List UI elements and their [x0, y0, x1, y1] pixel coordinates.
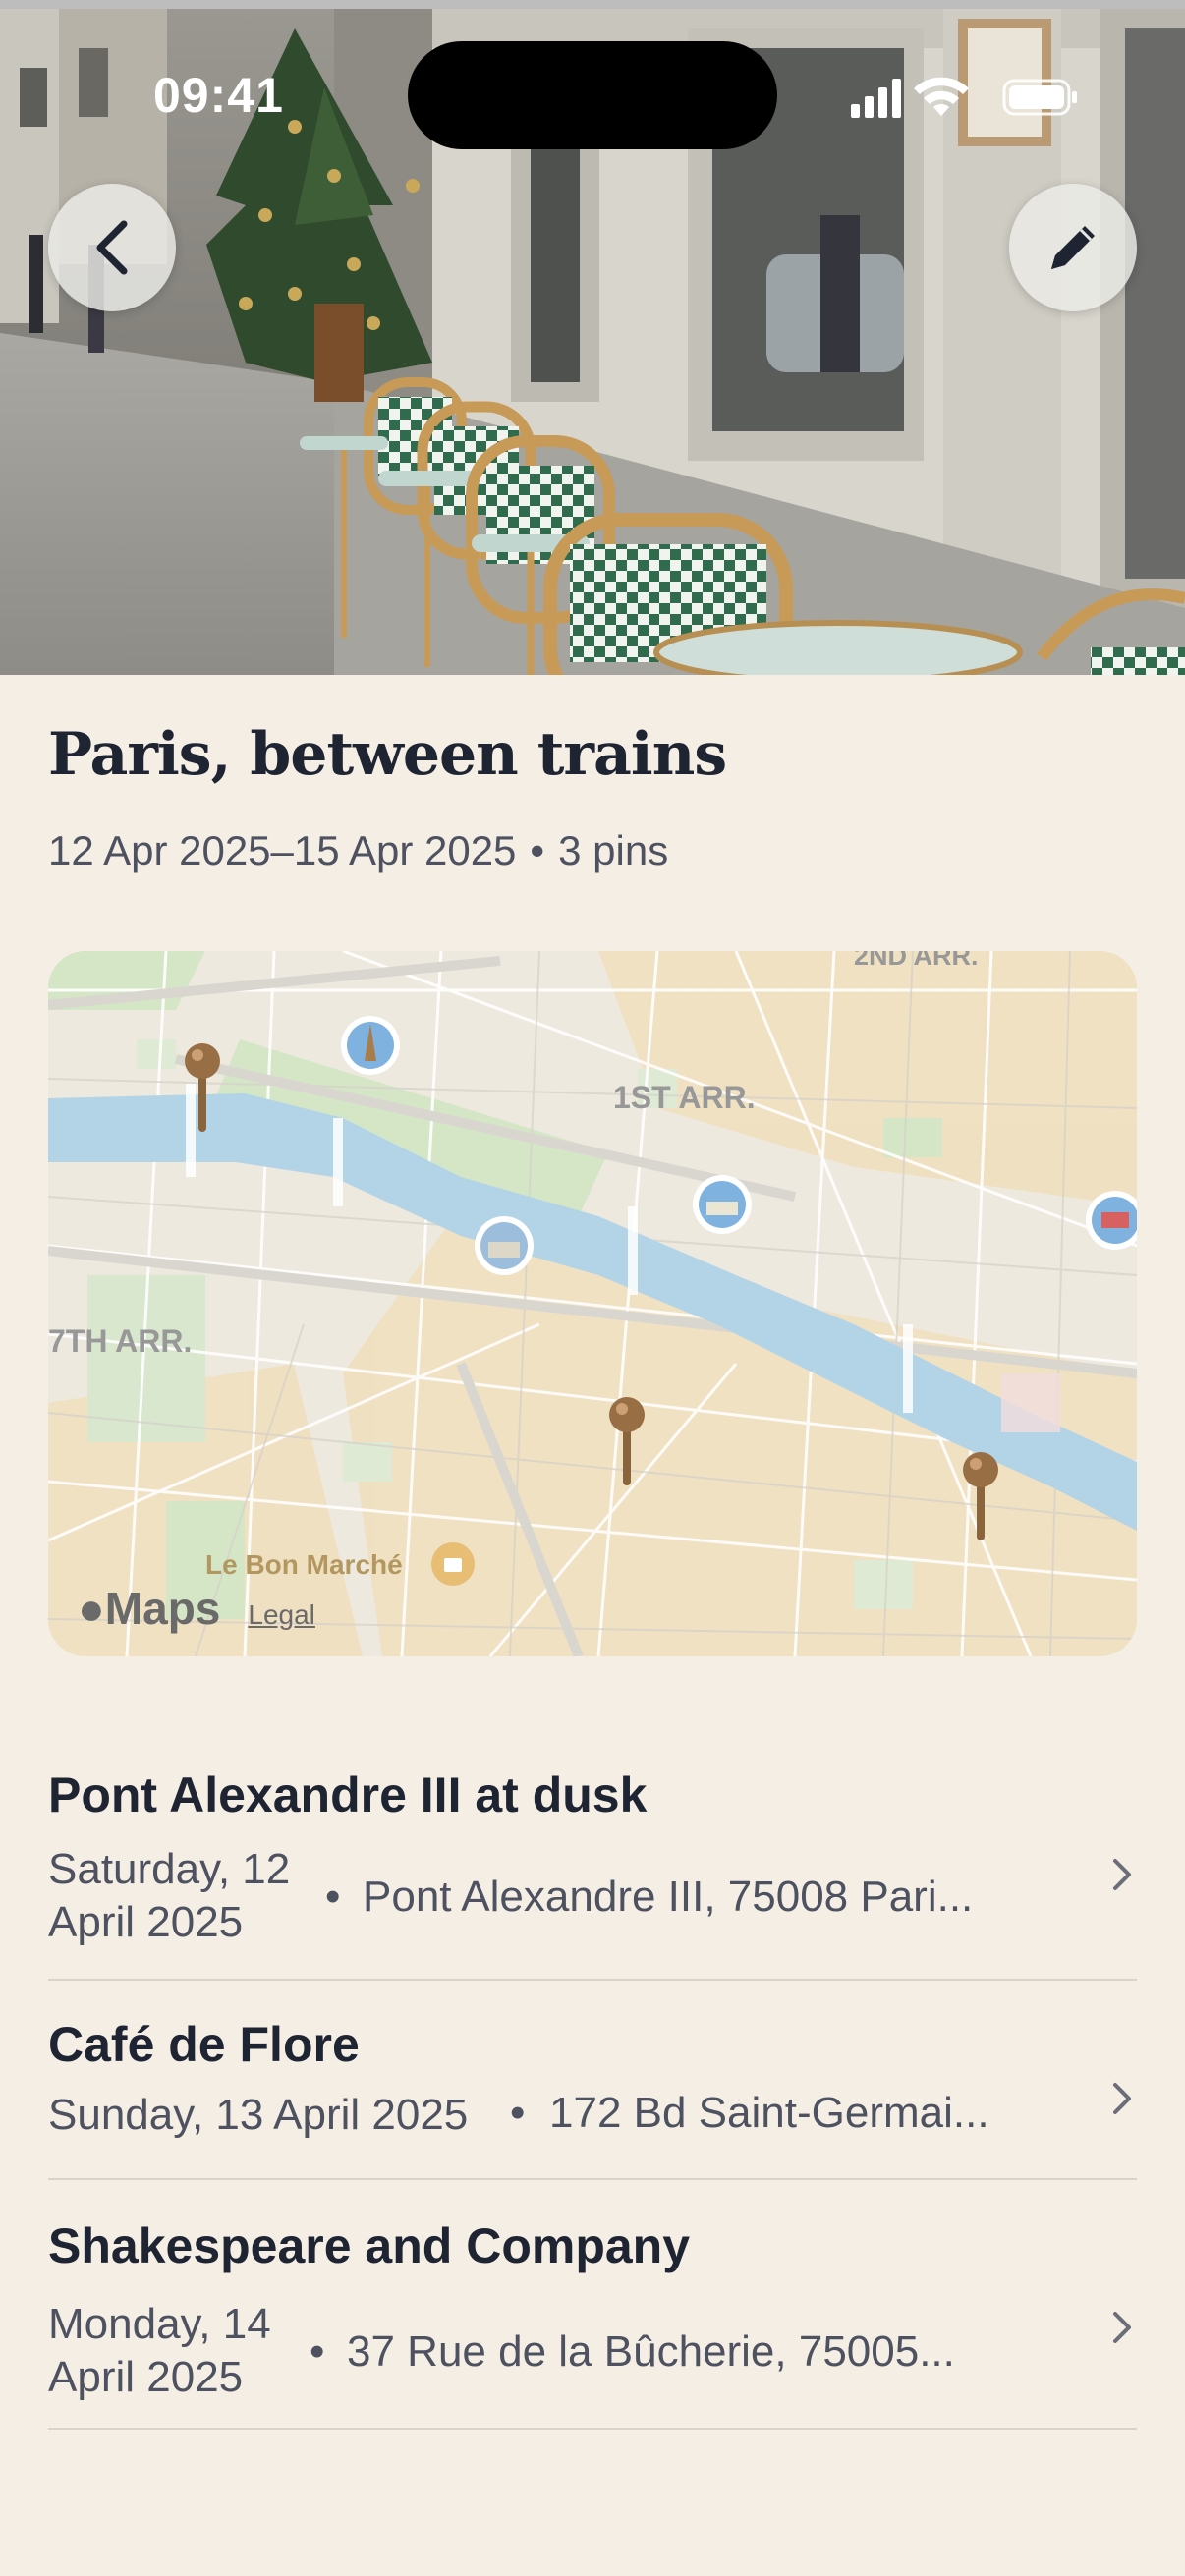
maps-attribution: ●Maps Legal	[78, 1582, 315, 1635]
wifi-icon	[914, 77, 969, 116]
chevron-right-icon	[1113, 2312, 1131, 2343]
status-time: 09:41	[153, 68, 284, 123]
maps-logo: ●Maps	[78, 1583, 221, 1634]
chevron-left-icon	[96, 220, 128, 275]
cellular-signal-icon	[851, 79, 901, 118]
trip-meta: 12 Apr 2025–15 Apr 2025 • 3 pins	[48, 827, 668, 874]
pin-row[interactable]: Shakespeare and Company Monday, 14 April…	[48, 2180, 1137, 2430]
pin-address: 172 Bd Saint-Germai...	[549, 2089, 989, 2137]
pin-date: Monday, 14 April 2025	[48, 2300, 271, 2401]
status-bar: 09:41	[0, 0, 1185, 196]
status-icons	[851, 77, 1077, 118]
chevron-right-icon	[1113, 1859, 1131, 1890]
maps-legal-link[interactable]: Legal	[248, 1599, 315, 1631]
battery-icon	[1002, 79, 1077, 116]
pin-row[interactable]: Pont Alexandre III at dusk Saturday, 12 …	[48, 1739, 1137, 1981]
pin-address: Pont Alexandre III, 75008 Pari...	[363, 1873, 974, 1921]
pin-title: Pont Alexandre III at dusk	[48, 1767, 648, 1822]
pin-separator: •	[510, 2089, 526, 2137]
pencil-icon	[1051, 226, 1095, 269]
pin-separator: •	[310, 2327, 325, 2376]
pin-date: Sunday, 13 April 2025	[48, 2091, 469, 2139]
pin-separator: •	[325, 1873, 341, 1921]
pin-title: Café de Flore	[48, 2017, 360, 2072]
chevron-right-icon	[1113, 2083, 1131, 2114]
trip-date-range: 12 Apr 2025–15 Apr 2025	[48, 827, 517, 873]
pin-list: Pont Alexandre III at dusk Saturday, 12 …	[48, 1739, 1137, 2430]
pin-address: 37 Rue de la Bûcherie, 75005...	[347, 2327, 955, 2376]
map-canvas: 2ND ARR. 1ST ARR. 7TH ARR. Le Bon Marché	[48, 951, 1137, 1656]
trip-map[interactable]: 2ND ARR. 1ST ARR. 7TH ARR. Le Bon Marché	[48, 951, 1137, 1656]
pin-row[interactable]: Café de Flore Sunday, 13 April 2025 • 17…	[48, 1981, 1137, 2180]
pin-date: Saturday, 12 April 2025	[48, 1845, 291, 1946]
meta-separator: •	[530, 827, 545, 873]
dynamic-island	[408, 41, 777, 149]
back-button[interactable]	[48, 184, 176, 311]
pin-title: Shakespeare and Company	[48, 2218, 691, 2273]
hero-photo: 09:41	[0, 0, 1185, 675]
apple-logo-icon: ●	[78, 1583, 105, 1634]
trip-title: Paris, between trains	[48, 720, 727, 789]
edit-button[interactable]	[1009, 184, 1137, 311]
trip-pin-count: 3 pins	[558, 827, 669, 873]
